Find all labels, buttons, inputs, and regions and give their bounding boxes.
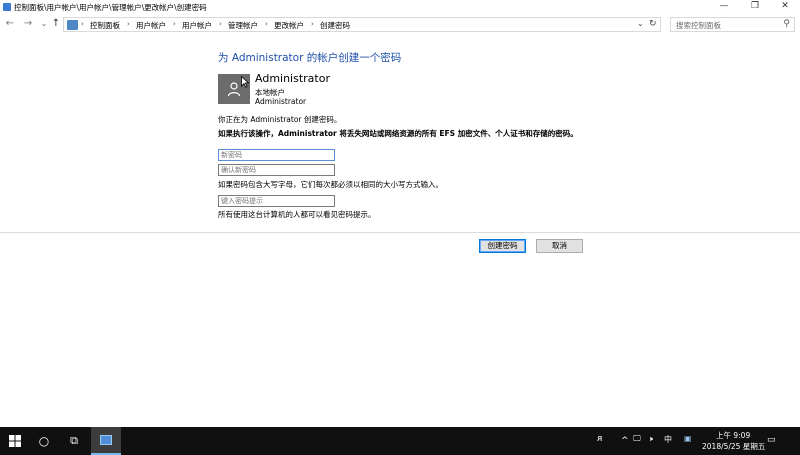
divider — [0, 232, 800, 233]
notification-icon: ▭ — [767, 435, 776, 445]
account-group: Administrator — [255, 97, 307, 106]
breadcrumb-manage-accounts[interactable]: 管理帐户 — [228, 20, 258, 31]
breadcrumb-separator: › — [127, 20, 130, 28]
start-button[interactable] — [0, 427, 30, 455]
breadcrumb-separator: › — [81, 20, 84, 28]
confirm-password-field[interactable] — [218, 164, 335, 176]
window-title: 控制面板\用户帐户\用户帐户\管理帐户\更改帐户\创建密码 — [14, 3, 207, 12]
show-hidden-icons-chevron-icon[interactable]: ^ — [621, 436, 629, 446]
volume-icon[interactable]: 🕨 — [648, 434, 653, 444]
search-placeholder: 搜索控制面板 — [676, 21, 721, 30]
title-bar: 控制面板\用户帐户\用户帐户\管理帐户\更改帐户\创建密码 — ❐ ✕ — [0, 0, 800, 14]
search-icon[interactable]: ⚲ — [783, 19, 790, 29]
back-icon[interactable]: ← — [4, 18, 16, 30]
up-icon[interactable]: ↑ — [50, 18, 62, 30]
close-button[interactable]: ✕ — [770, 0, 800, 14]
windows-logo-icon — [9, 435, 21, 447]
breadcrumb-create-password[interactable]: 创建密码 — [320, 20, 350, 31]
breadcrumb-user-accounts-2[interactable]: 用户帐户 — [182, 20, 212, 31]
new-password-field[interactable] — [218, 149, 335, 161]
hint-visibility-note: 所有使用这台计算机的人都可以看见密码提示。 — [218, 210, 376, 219]
action-center-icon[interactable]: ▭ — [760, 427, 782, 455]
page-title: 为 Administrator 的帐户创建一个密码 — [218, 52, 402, 64]
person-icon — [227, 82, 241, 97]
search-circle-icon[interactable]: ○ — [29, 427, 59, 455]
keyboard-icon[interactable]: ▣ — [684, 434, 692, 443]
maximize-button[interactable]: ❐ — [740, 0, 770, 14]
refresh-icon[interactable]: ↻ — [649, 19, 657, 29]
breadcrumb-user-accounts[interactable]: 用户帐户 — [136, 20, 166, 31]
search-input[interactable]: 搜索控制面板 ⚲ — [670, 17, 795, 32]
breadcrumb-control-panel[interactable]: 控制面板 — [90, 20, 120, 31]
task-view-icon[interactable]: ⧉ — [59, 427, 89, 455]
address-dropdown-icon[interactable]: ⌄ — [637, 19, 644, 28]
clock-time[interactable]: 上午 9:09 — [716, 430, 750, 441]
control-panel-icon — [67, 20, 78, 30]
efs-warning-text: 如果执行该操作，Administrator 将丢失网站或网络资源的所有 EFS … — [218, 129, 578, 138]
clock-date[interactable]: 2018/5/25 星期五 — [702, 441, 765, 452]
breadcrumb-change-account[interactable]: 更改帐户 — [274, 20, 304, 31]
breadcrumb-separator: › — [219, 20, 222, 28]
forward-icon[interactable]: → — [22, 18, 34, 30]
taskbar: ○ ⧉ ᴙ ^ 🖵 🕨 中 ▣ — [0, 427, 800, 455]
mouse-cursor-icon — [241, 76, 249, 88]
control-panel-icon — [3, 3, 11, 11]
control-panel-window-icon — [100, 435, 112, 445]
create-password-button[interactable]: 创建密码 — [479, 239, 526, 253]
taskbar-control-panel-app[interactable] — [91, 427, 121, 455]
navigation-bar: ← → ⌄ ↑ › 控制面板 › 用户帐户 › 用户帐户 › 管理帐户 › 更改… — [0, 14, 800, 36]
network-icon[interactable]: 🖵 — [633, 434, 641, 444]
recent-locations-icon[interactable]: ⌄ — [38, 18, 50, 30]
case-sensitivity-note: 如果密码包含大写字母，它们每次都必须以相同的大小写方式输入。 — [218, 180, 443, 189]
breadcrumb-separator: › — [173, 20, 176, 28]
password-hint-field[interactable] — [218, 195, 335, 207]
ime-indicator[interactable]: 中 — [664, 434, 672, 445]
minimize-button[interactable]: — — [709, 0, 739, 14]
creating-password-text: 你正在为 Administrator 创建密码。 — [218, 115, 342, 124]
cancel-button[interactable]: 取消 — [536, 239, 583, 253]
people-icon[interactable]: ᴙ — [597, 434, 602, 444]
address-bar[interactable]: › 控制面板 › 用户帐户 › 用户帐户 › 管理帐户 › 更改帐户 › 创建密… — [63, 17, 661, 32]
breadcrumb-separator: › — [265, 20, 268, 28]
breadcrumb-separator: › — [311, 20, 314, 28]
account-name: Administrator — [255, 72, 330, 85]
